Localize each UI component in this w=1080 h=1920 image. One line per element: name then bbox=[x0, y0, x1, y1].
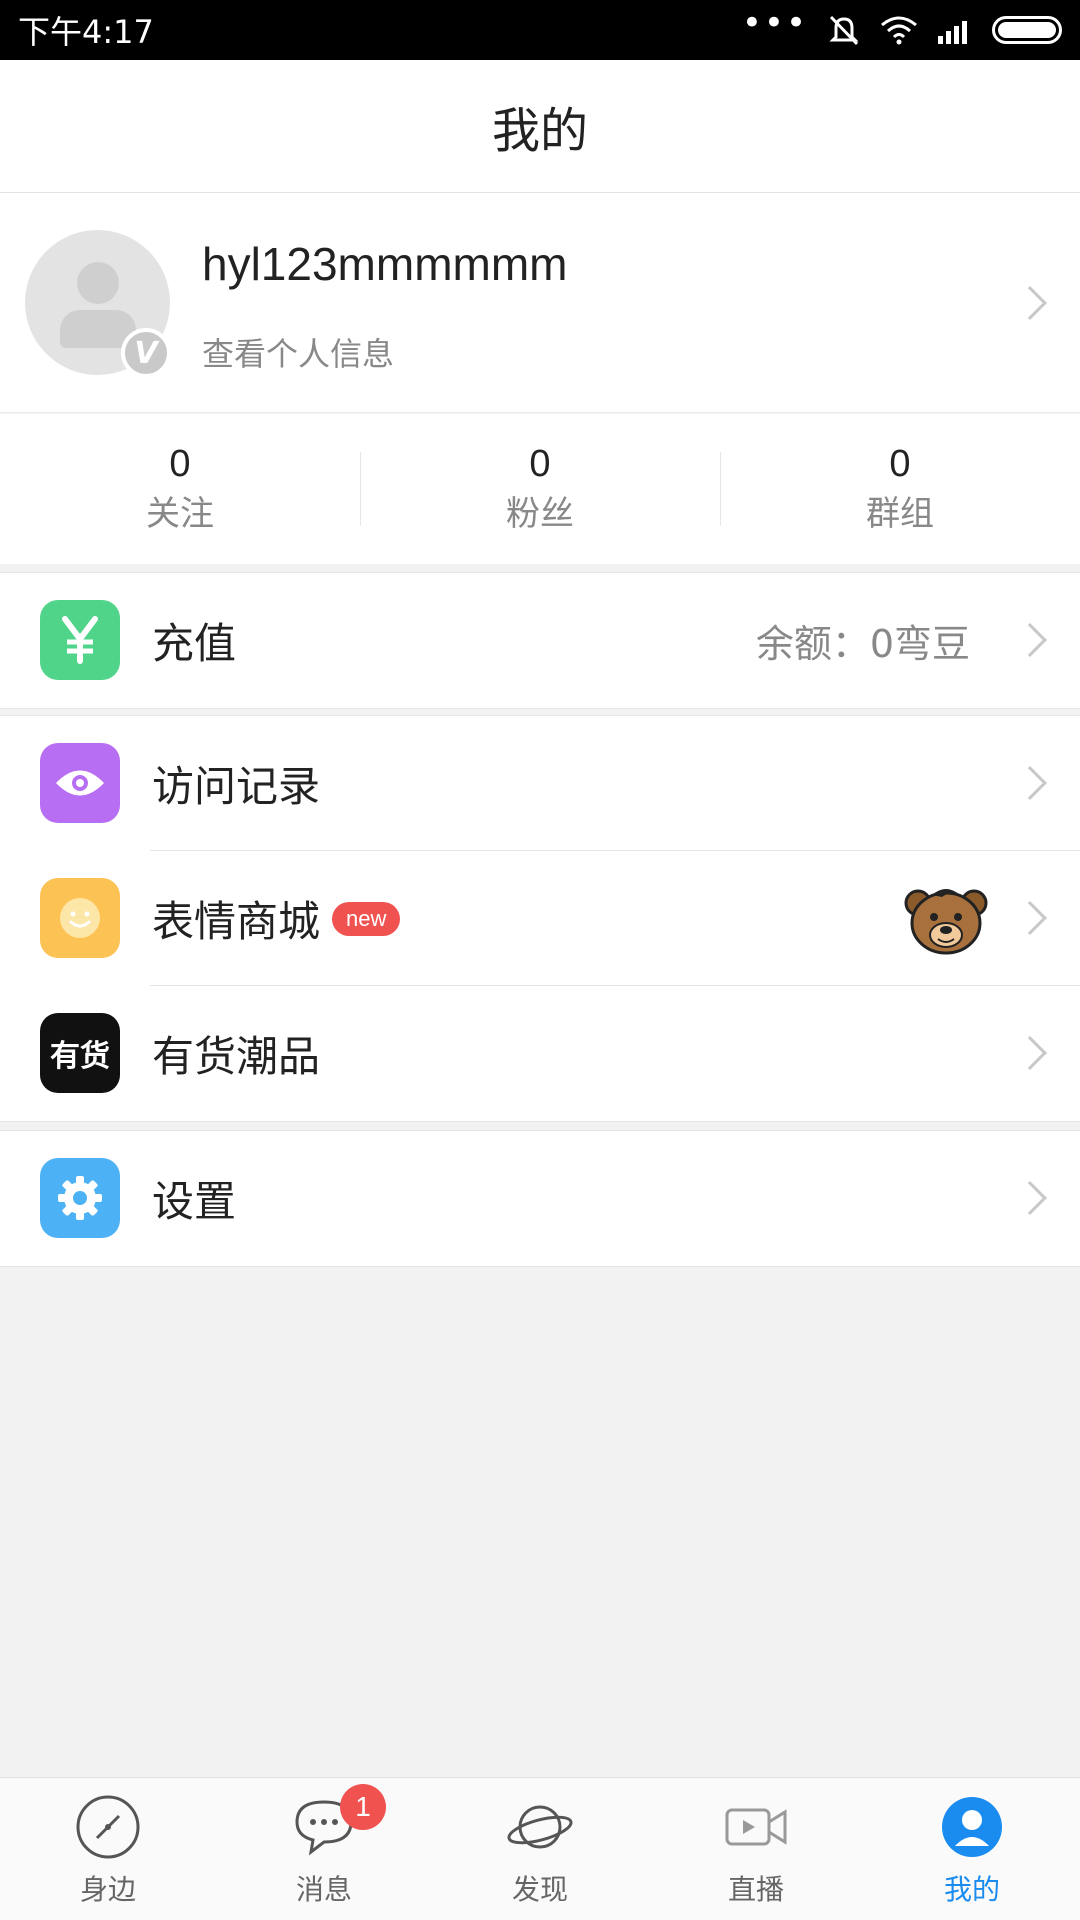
compass-icon bbox=[76, 1795, 140, 1859]
stat-groups[interactable]: 0 群组 bbox=[720, 414, 1080, 564]
stat-value: 0 bbox=[169, 443, 191, 485]
yoho-label-text: 有货潮品 bbox=[152, 1032, 321, 1081]
yoho-logo-text: 有货 bbox=[50, 1039, 110, 1074]
page-title: 我的 bbox=[0, 60, 1080, 193]
settings-group: 设置 bbox=[0, 1130, 1080, 1267]
chevron-right-icon bbox=[1013, 623, 1047, 657]
settings-row[interactable]: 设置 bbox=[0, 1131, 1080, 1266]
bottom-tab-bar: 身边 1 消息 发现 直播 我的 bbox=[0, 1777, 1080, 1920]
status-bar: 下午4:17 ••• bbox=[0, 0, 1080, 60]
avatar-head-shape bbox=[77, 262, 119, 304]
stat-value: 0 bbox=[889, 443, 911, 485]
tab-label: 我的 bbox=[943, 1873, 1000, 1906]
username: hyl123mmmmmm bbox=[202, 238, 568, 290]
profile-card[interactable]: V hyl123mmmmmm 查看个人信息 bbox=[0, 193, 1080, 413]
stat-label: 群组 bbox=[866, 494, 934, 534]
balance-value: 余额：0弯豆 bbox=[755, 622, 970, 666]
more-dots-icon: ••• bbox=[741, 3, 808, 43]
yoho-row[interactable]: 有货 有货潮品 bbox=[0, 986, 1080, 1121]
view-profile-link: 查看个人信息 bbox=[202, 335, 395, 373]
tab-me[interactable]: 我的 bbox=[864, 1778, 1080, 1920]
settings-label: 设置 bbox=[152, 1168, 236, 1229]
unread-badge: 1 bbox=[340, 1784, 386, 1830]
stat-label: 关注 bbox=[146, 494, 214, 534]
tab-label: 发现 bbox=[511, 1873, 568, 1906]
sticker-store-label-text: 表情商城 bbox=[152, 897, 321, 946]
planet-icon bbox=[507, 1805, 573, 1849]
recharge-label: 充值 bbox=[152, 610, 236, 671]
tab-label: 直播 bbox=[727, 1873, 784, 1906]
chevron-right-icon bbox=[1013, 766, 1047, 800]
gear-icon bbox=[40, 1158, 120, 1238]
chevron-right-icon bbox=[1013, 286, 1047, 320]
recharge-row[interactable]: 充值 余额：0弯豆 bbox=[0, 573, 1080, 708]
visit-history-label-text: 访问记录 bbox=[152, 762, 321, 811]
chevron-right-icon bbox=[1013, 1036, 1047, 1070]
eye-icon bbox=[40, 743, 120, 823]
signal-icon bbox=[938, 21, 967, 44]
stat-following[interactable]: 0 关注 bbox=[0, 414, 360, 564]
chevron-right-icon bbox=[1013, 1181, 1047, 1215]
stat-label: 粉丝 bbox=[506, 494, 574, 534]
chevron-right-icon bbox=[1013, 901, 1047, 935]
settings-label-text: 设置 bbox=[152, 1177, 237, 1226]
tab-live[interactable]: 直播 bbox=[648, 1778, 864, 1920]
yoho-label: 有货潮品 bbox=[152, 1023, 320, 1084]
sticker-store-label: 表情商城 new bbox=[152, 888, 401, 949]
tab-nearby[interactable]: 身边 bbox=[0, 1778, 216, 1920]
verified-badge: V bbox=[121, 328, 171, 378]
tab-label: 消息 bbox=[295, 1873, 352, 1906]
status-icons: ••• bbox=[742, 6, 1062, 47]
visit-history-row[interactable]: 访问记录 bbox=[0, 716, 1080, 851]
battery-icon bbox=[992, 16, 1062, 44]
video-icon bbox=[725, 1808, 787, 1846]
tab-messages[interactable]: 1 消息 bbox=[216, 1778, 432, 1920]
new-badge: new bbox=[332, 901, 401, 936]
stats-bar: 0 关注 0 粉丝 0 群组 bbox=[0, 414, 1080, 564]
profile-icon bbox=[942, 1797, 1002, 1857]
recharge-label-text: 充值 bbox=[152, 619, 237, 668]
sticker-store-row[interactable]: 表情商城 new bbox=[0, 851, 1080, 986]
tab-discover[interactable]: 发现 bbox=[432, 1778, 648, 1920]
yen-icon bbox=[40, 600, 120, 680]
mute-icon bbox=[829, 15, 859, 46]
wifi-icon bbox=[881, 16, 917, 45]
stat-value: 0 bbox=[529, 443, 551, 485]
yoho-logo-icon: 有货 bbox=[40, 1013, 120, 1093]
status-time: 下午4:17 bbox=[18, 13, 154, 51]
recharge-group: 充值 余额：0弯豆 bbox=[0, 572, 1080, 709]
visit-history-label: 访问记录 bbox=[152, 753, 320, 814]
bear-sticker-icon bbox=[904, 889, 988, 955]
smile-icon bbox=[40, 878, 120, 958]
tab-label: 身边 bbox=[79, 1873, 136, 1906]
services-group: 访问记录 表情商城 new 有货 有货潮品 bbox=[0, 715, 1080, 1122]
stat-fans[interactable]: 0 粉丝 bbox=[360, 414, 720, 564]
